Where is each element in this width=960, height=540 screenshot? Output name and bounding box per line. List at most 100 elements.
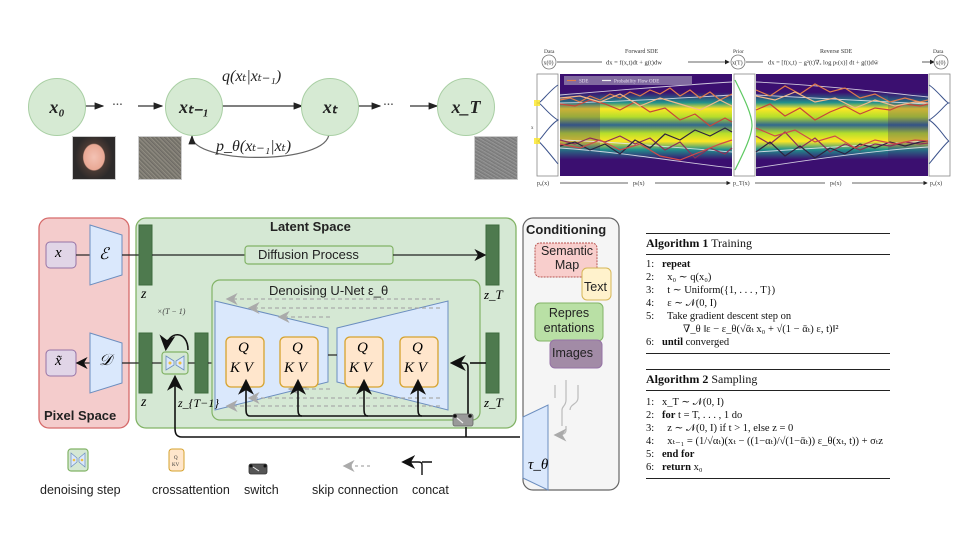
line-number: 3: [646, 285, 655, 296]
keyword: return [662, 462, 691, 473]
line-number: 3: [646, 423, 655, 434]
algorithm-line: 5: end for [646, 448, 890, 461]
z-label-bottom: z [141, 395, 147, 410]
algorithm-line: 1: repeat [646, 258, 890, 271]
pixel-space-label: Pixel Space [44, 408, 117, 423]
latent-space-label: Latent Space [270, 219, 351, 234]
diffusion-process-label: Diffusion Process [258, 247, 359, 262]
line-number: 5: [646, 449, 655, 460]
line-text: t = T, . . . , 1 do [675, 410, 743, 421]
tau-encoder-trapezoid [522, 404, 549, 491]
legend-concat: concat [412, 483, 449, 497]
algorithm-line: 1: x_T ∼ 𝒩(0, I) [646, 396, 890, 409]
algorithm-line: 3: t ∼ Uniform({1, . . . , T}) [646, 284, 890, 297]
ellipsis-left: ··· [112, 98, 123, 113]
zT-minus-1-label: z_{T−1} [178, 396, 220, 410]
latent-z-block-top [138, 224, 153, 286]
line-text: x₀ [690, 462, 703, 473]
line-number: 4: [646, 298, 655, 309]
qkv-1-q: Q [238, 340, 249, 356]
keyword: repeat [662, 259, 691, 270]
legend-sde: SDE [579, 80, 588, 85]
line-number: 1: [646, 259, 655, 270]
line-text: Take gradient descent step on [662, 311, 792, 322]
line-text: ε ∼ 𝒩(0, I) [662, 298, 717, 309]
p0-right-label: p₀(x) [930, 180, 942, 187]
line-number: 6: [646, 462, 655, 473]
encoder-label: ℰ [99, 246, 109, 263]
forward-sde-equation: dx = f(x,t)dt + g(t)dw [606, 60, 662, 67]
line-text: z ∼ 𝒩(0, I) if t > 1, else z = 0 [662, 423, 794, 434]
ellipsis-right: ··· [383, 98, 394, 113]
qkv-4-kv: K V [404, 360, 427, 376]
forward-process-label: q(xₜ|xₜ₋₁) [222, 68, 282, 85]
pt-right-label: pₜ(x) [830, 180, 841, 187]
algorithm-line: 6: until converged [646, 336, 890, 349]
noisy-face-image [138, 136, 182, 180]
algorithm-2-bottom-rule [646, 478, 890, 479]
data-left-label: Data [544, 49, 555, 55]
line-text: xₜ₋₁ = (1/√αₜ)(xₜ − ((1−αₜ)/√(1−ᾱₜ)) ε_θ… [662, 436, 884, 447]
legend-concat-icon [404, 461, 432, 475]
decoder-label: 𝒟 [99, 352, 112, 369]
latent-zT-block-bottom [485, 332, 500, 394]
clean-face-image [72, 136, 116, 180]
pt-left-label: pₜ(x) [633, 180, 644, 187]
algorithm-line: 2: x₀ ∼ q(x₀) [646, 271, 890, 284]
line-number: 2: [646, 410, 655, 421]
text-label: Text [584, 280, 607, 294]
algorithm-2-title: Algorithm 2 Sampling [646, 369, 890, 391]
algorithm-line: 3: z ∼ 𝒩(0, I) if t > 1, else z = 0 [646, 422, 890, 435]
node-x0: x₀ [28, 78, 86, 136]
prior-node-label: x(T) [732, 60, 743, 67]
p0-left-label: p₀(x) [537, 180, 549, 187]
conditioning-label: Conditioning [526, 222, 607, 237]
pure-noise-image [474, 136, 518, 180]
qkv-2-q: Q [292, 340, 303, 356]
reverse-sde-equation: dx = [f(x,t) − g²(t)∇ₓ log pₜ(x)] dt + g… [768, 60, 879, 67]
qkv-4-q: Q [412, 340, 423, 356]
reverse-process-label: p_θ(xₜ₋₁|xₜ) [216, 138, 292, 155]
svg-text:Q: Q [174, 456, 178, 461]
node-xt: xₜ [301, 78, 359, 136]
pT-label: p_T(x) [733, 180, 750, 187]
keyword: for [662, 410, 676, 421]
line-text: t ∼ Uniform({1, . . . , T}) [662, 285, 776, 296]
line-number: 5: [646, 311, 655, 322]
forward-sde-title: Forward SDE [625, 49, 658, 55]
algorithm-line: 2: for t = T, . . . , 1 do [646, 409, 890, 422]
sde-plot: Data x(0) Forward SDE dx = f(x,t)dt + g(… [531, 49, 951, 187]
y-axis-label: x [531, 126, 534, 131]
node-xt-minus-1: xₜ₋₁ [165, 78, 223, 136]
algorithm-1-lines: 1: repeat 2: x₀ ∼ q(x₀) 3: t ∼ Uniform({1, … [646, 255, 890, 349]
keyword: end for [662, 449, 695, 460]
input-x-label: x [55, 245, 62, 261]
qkv-1-kv: K V [230, 360, 253, 376]
line-number: 2: [646, 272, 655, 283]
qkv-3-kv: K V [349, 360, 372, 376]
algorithm-1-title: Algorithm 1 Training [646, 233, 890, 255]
repeat-count-label: ×(T − 1) [157, 307, 186, 316]
reverse-sde-title: Reverse SDE [820, 49, 852, 55]
tau-label: τ_θ [528, 457, 549, 473]
algorithm-line: 4: xₜ₋₁ = (1/√αₜ)(xₜ − ((1−αₜ)/√(1−ᾱₜ)) … [646, 435, 890, 448]
latent-zT-block-top [485, 224, 500, 286]
svg-text:KV: KV [172, 463, 180, 468]
unet-title: Denoising U-Net ε_θ [269, 283, 389, 298]
algorithm-line: ∇_θ ‖ε − ε_θ(√ᾱₜ x₀ + √(1 − ᾱₜ) ε, t)‖² [646, 323, 890, 336]
algorithm-line: 4: ε ∼ 𝒩(0, I) [646, 297, 890, 310]
legend-switch: switch [244, 483, 279, 497]
algorithm-1-training: Algorithm 1 Training 1: repeat 2: x₀ ∼ q(x… [646, 233, 890, 354]
legend-skip-connection: skip connection [312, 483, 399, 497]
z-label-top: z [141, 287, 147, 302]
qkv-3-q: Q [357, 340, 368, 356]
legend-crossattention: crossattention [152, 483, 230, 497]
latent-zT-minus-1-block [194, 332, 209, 394]
output-x-tilde-label: x̃ [55, 353, 62, 369]
data-right-label: Data [933, 49, 944, 55]
images-label: Images [552, 346, 593, 360]
prior-label: Prior [733, 49, 744, 55]
data-left-node-label: x(0) [544, 60, 554, 67]
algorithm-line: 6: return x₀ [646, 461, 890, 474]
zT-label-bottom: z_T [484, 395, 503, 410]
